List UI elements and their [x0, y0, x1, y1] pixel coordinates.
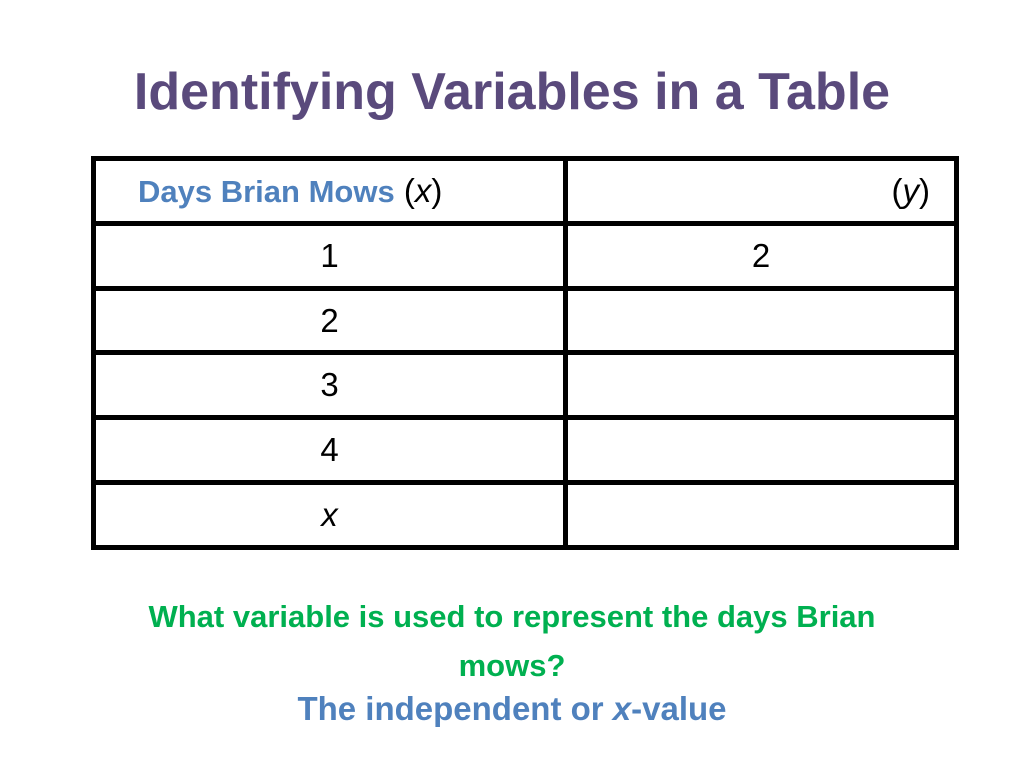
header-x-paren-open: (	[394, 171, 415, 209]
slide-title: Identifying Variables in a Table	[133, 63, 891, 121]
header-x-paren-close: )	[431, 171, 443, 209]
cell-y	[563, 285, 959, 356]
cell-y	[563, 480, 959, 550]
header-x-variable: x	[414, 171, 432, 209]
header-y-variable: y	[902, 171, 920, 209]
header-x-label: Days Brian Mows	[138, 173, 395, 209]
table-row: 4	[91, 415, 959, 486]
cell-y: 2	[563, 220, 959, 291]
cell-x: 2	[91, 285, 568, 356]
cell-x: 4	[91, 415, 568, 486]
cell-y	[563, 350, 959, 421]
header-y-paren-open: (	[891, 171, 903, 209]
cell-x: 3	[91, 350, 568, 421]
question-line-1: What variable is used to represent the d…	[148, 599, 876, 634]
answer-suffix: -value	[631, 690, 727, 727]
header-x: Days Brian Mows (x)	[91, 156, 568, 226]
cell-x: 1	[91, 220, 568, 291]
answer-prefix: The independent or	[297, 690, 613, 727]
answer-text: The independent or x-value	[0, 690, 1024, 728]
table-row: 3	[91, 350, 959, 421]
table-row: 1 2	[91, 220, 959, 291]
table-header-row: Days Brian Mows (x) (y)	[91, 156, 959, 226]
table-row: 2	[91, 285, 959, 356]
answer-variable: x	[612, 690, 632, 727]
header-y: (y)	[563, 156, 959, 226]
variables-table: Days Brian Mows (x) (y) 1 2 2 3 4 x	[91, 156, 959, 550]
cell-x: x	[91, 480, 568, 550]
table-row: x	[91, 480, 959, 550]
cell-y	[563, 415, 959, 486]
header-y-paren-close: )	[919, 171, 930, 209]
question-text: What variable is used to represent the d…	[0, 592, 1024, 690]
question-line-2: mows?	[458, 648, 566, 683]
